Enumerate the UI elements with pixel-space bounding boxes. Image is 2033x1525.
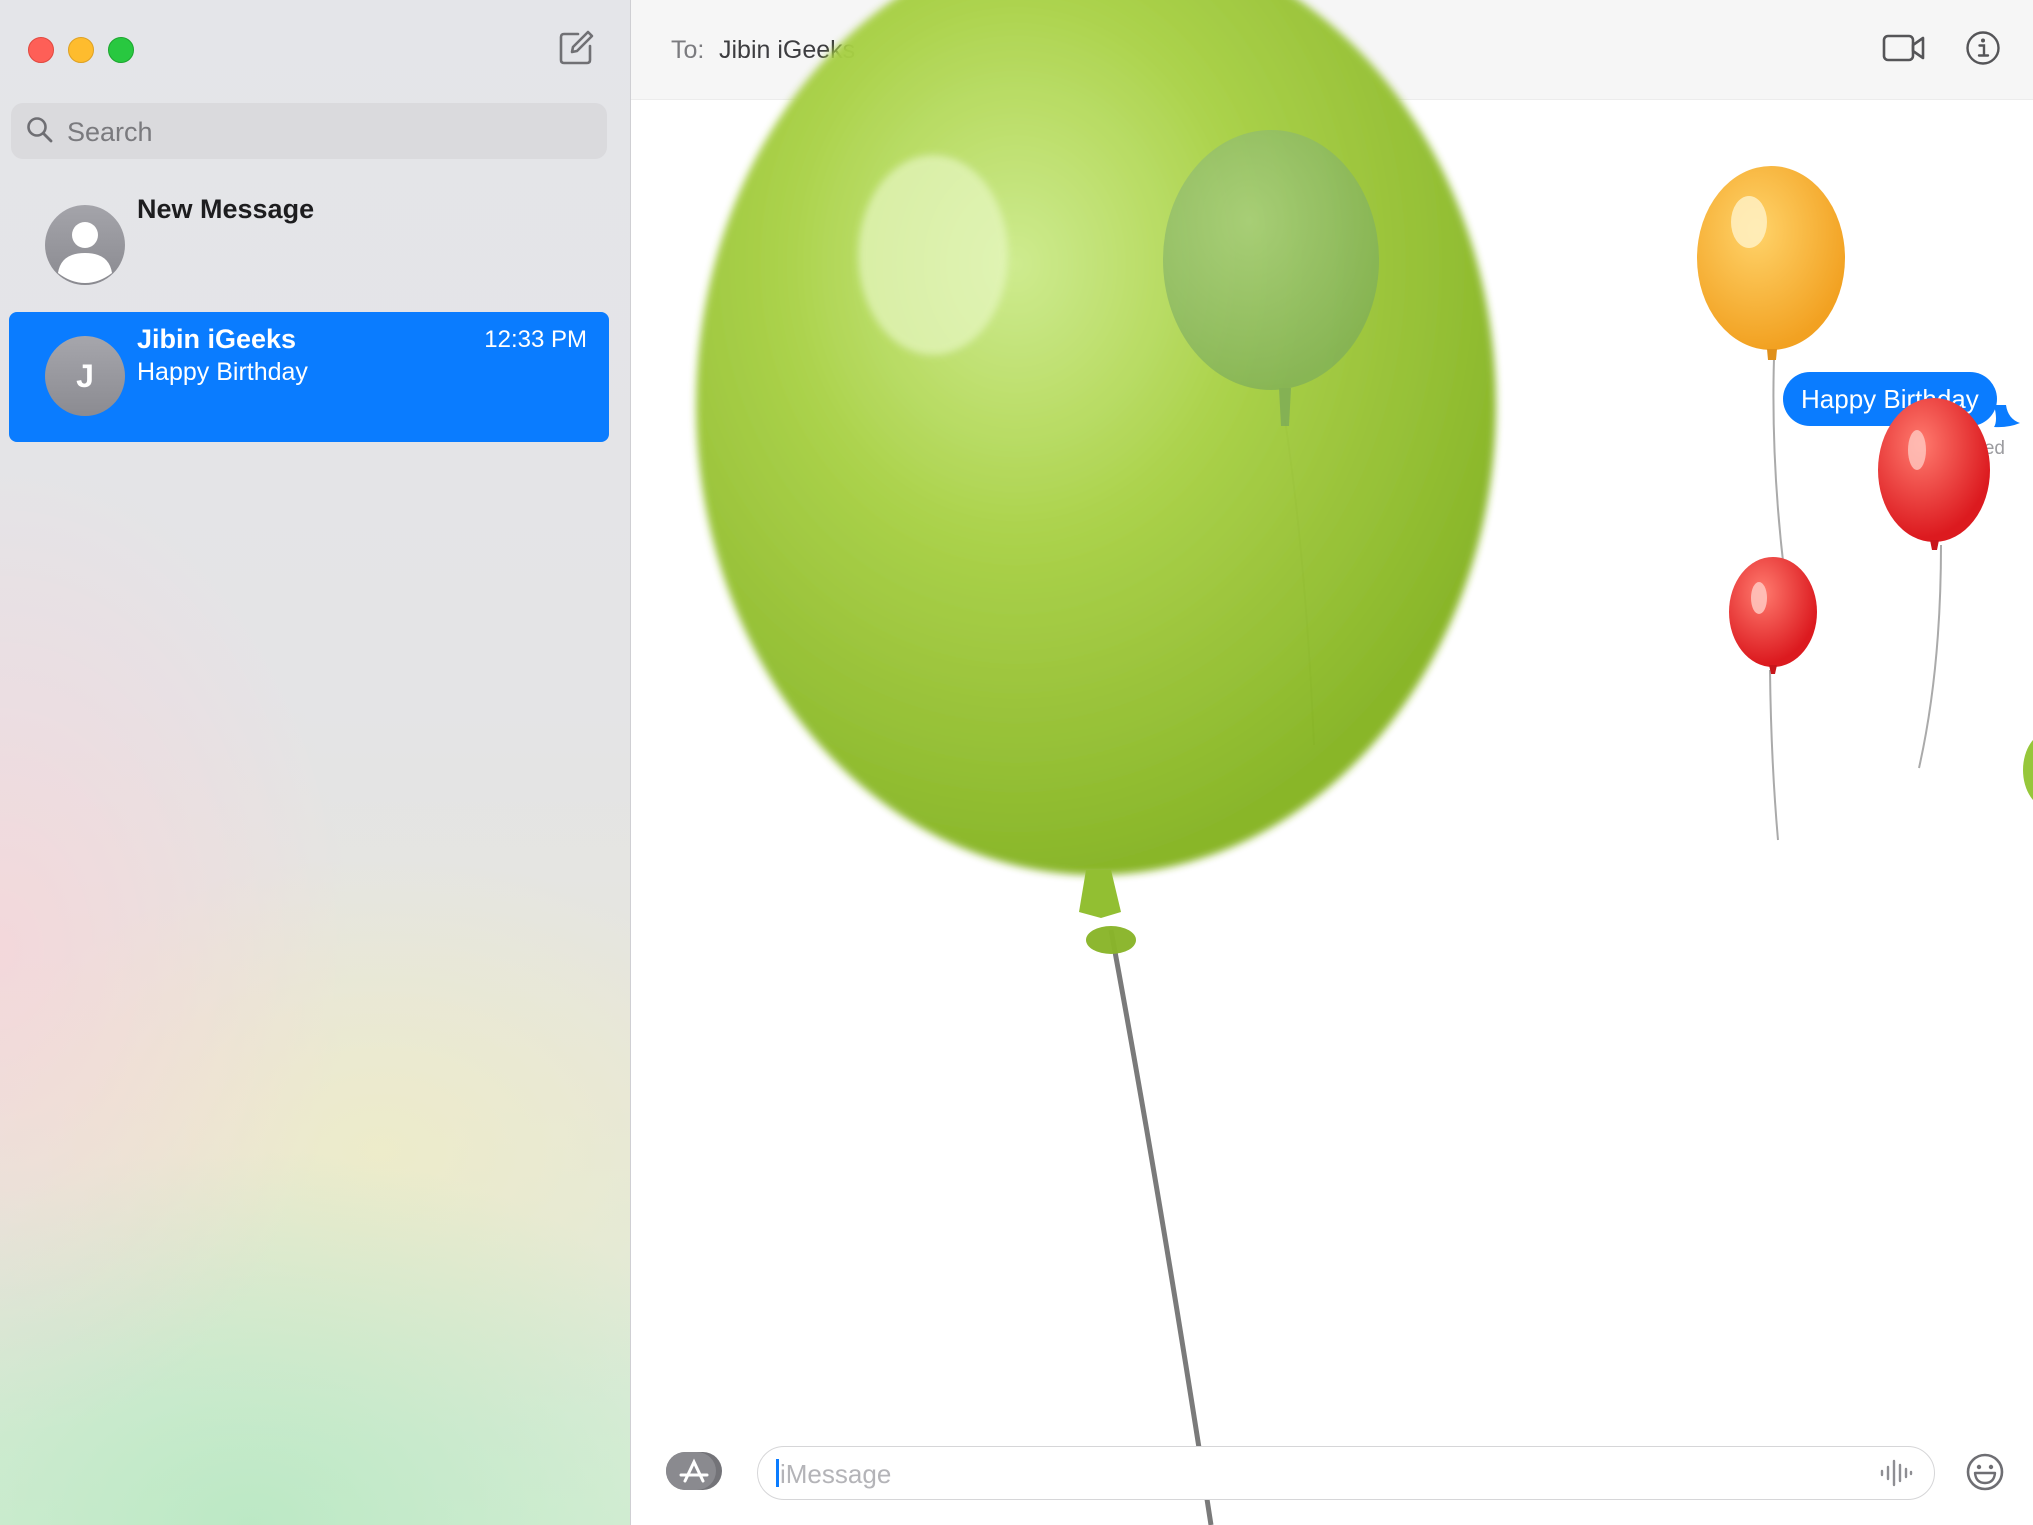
- balloon-string: [1284, 419, 1315, 746]
- balloon-string: [1918, 544, 1942, 769]
- conversation-pane: To: Jibin iGeeks 12:33 PM Happy Birthday…: [631, 0, 2033, 1525]
- search-field[interactable]: [11, 103, 607, 161]
- details-button[interactable]: [1965, 30, 2001, 66]
- conversation-header: To: Jibin iGeeks: [631, 0, 2033, 100]
- conversation-item-jibin-igeeks[interactable]: J Jibin iGeeks 12:33 PM Happy Birthday: [9, 312, 609, 442]
- conversation-item-new-message[interactable]: New Message: [9, 183, 609, 313]
- message-timestamp: 12:33 PM: [1291, 126, 1377, 148]
- conversation-time: 12:33 PM: [484, 326, 587, 353]
- balloon-green-small: [1163, 130, 1379, 426]
- message-input[interactable]: [778, 1447, 1862, 1501]
- message-bubble-tail: [1994, 405, 2020, 428]
- avatar: J: [45, 336, 125, 416]
- maximize-window-button[interactable]: [108, 37, 134, 63]
- minimize-window-button[interactable]: [68, 37, 94, 63]
- conversation-name: Jibin iGeeks: [137, 324, 297, 354]
- compose-icon: [559, 30, 594, 65]
- app-store-icon: [666, 1452, 722, 1490]
- person-silhouette-icon: [58, 222, 112, 283]
- to-label: To:: [671, 36, 705, 64]
- info-icon: [1966, 31, 2000, 65]
- audio-waveform-icon[interactable]: [1878, 1459, 1914, 1487]
- video-camera-icon: [1882, 34, 1925, 62]
- recipient-name[interactable]: Jibin iGeeks: [719, 36, 855, 65]
- compose-button[interactable]: [556, 28, 596, 68]
- message-composer[interactable]: [757, 1446, 1935, 1501]
- balloon-string: [1769, 669, 1779, 841]
- search-icon: [27, 117, 53, 143]
- conversation-name: New Message: [137, 194, 315, 224]
- emoji-icon: [1966, 1453, 2004, 1491]
- search-input[interactable]: [65, 103, 589, 161]
- sidebar: New Message J Jibin iGeeks 12:33 PM Happ…: [0, 0, 631, 1525]
- delivery-status: Delivered: [1924, 438, 2005, 459]
- balloon-effect: [696, 0, 2033, 1525]
- balloon-string: [1772, 357, 1785, 571]
- avatar: [45, 205, 125, 285]
- balloon-orange: [1697, 166, 1845, 360]
- balloon-string: [1108, 929, 1214, 1525]
- balloon-red-lower: [1729, 557, 1817, 674]
- balloon-green-edge: [2023, 740, 2033, 800]
- emoji-button[interactable]: [1965, 1452, 2005, 1492]
- close-window-button[interactable]: [28, 37, 54, 63]
- app-store-button[interactable]: [665, 1451, 723, 1491]
- conversation-preview: Happy Birthday: [137, 358, 308, 386]
- facetime-video-button[interactable]: [1881, 28, 1927, 68]
- message-bubble-outgoing[interactable]: Happy Birthday: [1783, 372, 1997, 426]
